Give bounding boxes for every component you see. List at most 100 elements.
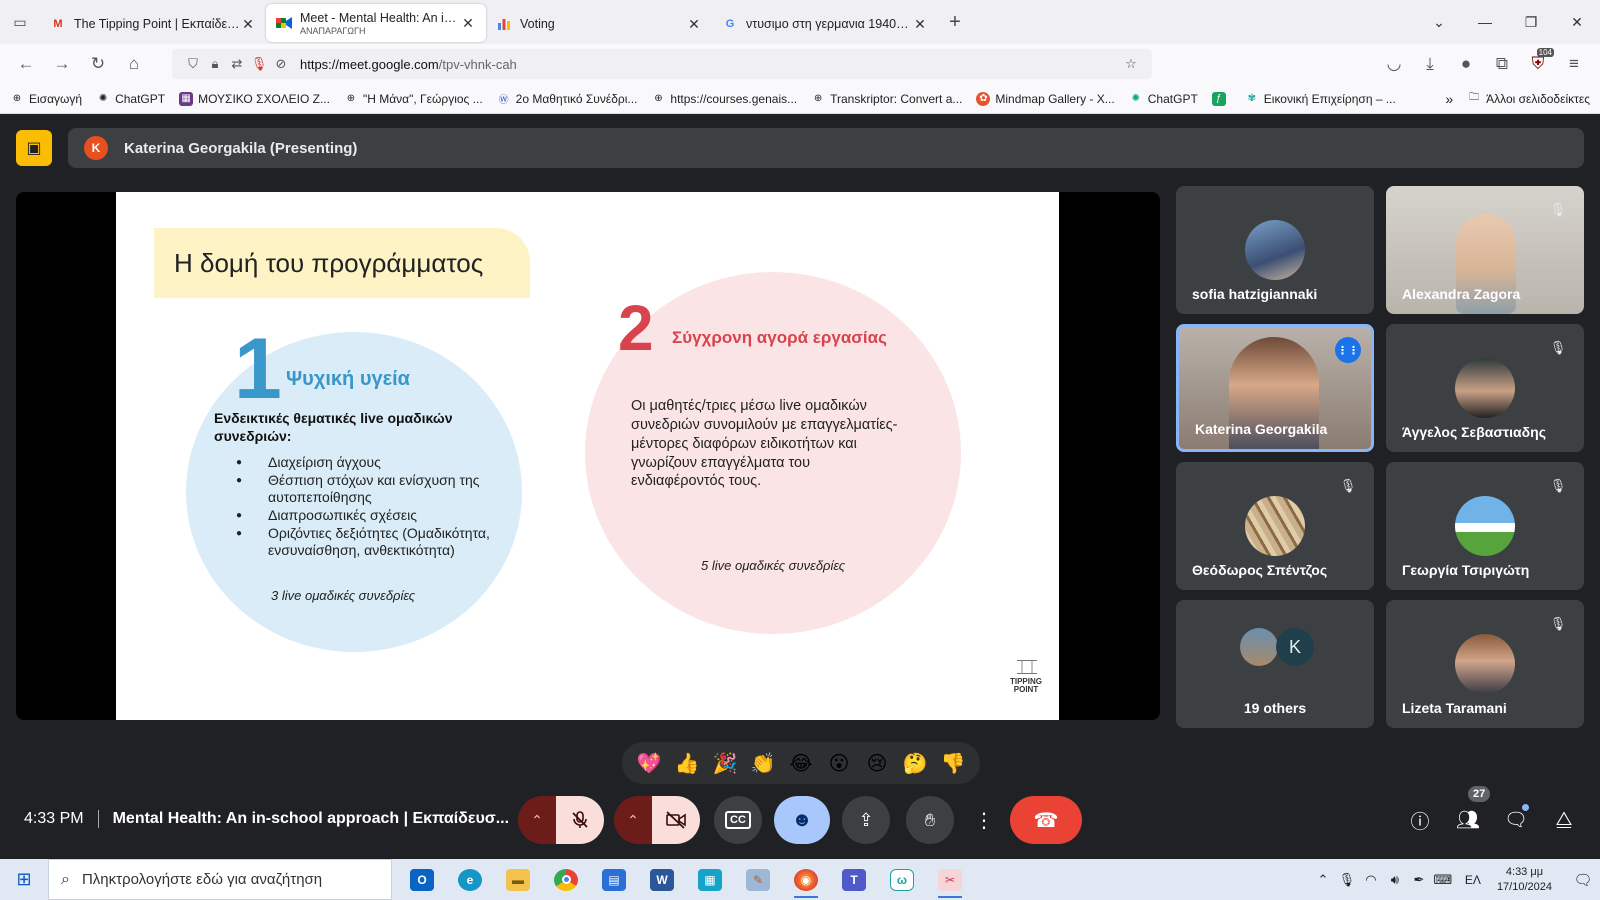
other-bookmarks[interactable]: 🗀︎ Άλλοι σελιδοδείκτες xyxy=(1467,92,1590,106)
participant-tile[interactable]: 🎙︎ Alexandra Zagora xyxy=(1386,186,1584,314)
address-bar[interactable]: ⛉ 🔒︎ ⇄ 🎙︎ ⊘ https://meet.google.com/tpv-… xyxy=(172,49,1152,79)
captions-button[interactable]: CC xyxy=(714,796,762,844)
keyboard-icon[interactable]: ⌨︎ xyxy=(1431,872,1455,888)
participant-tile[interactable]: 🎙︎ Θεόδωρος Σπέντζος xyxy=(1176,462,1374,590)
bookmark-item[interactable]: ⊕ "Η Μάνα", Γεώργιος ... xyxy=(344,92,483,106)
participant-tile[interactable]: 🎙︎ Γεωργία Τσιριγώτη xyxy=(1386,462,1584,590)
reaction-thinking[interactable]: 🤔 xyxy=(897,751,933,776)
people-button[interactable]: 👥︎ xyxy=(1448,802,1488,838)
camera-toggle-button[interactable] xyxy=(652,796,700,844)
back-arrow-icon[interactable]: ← xyxy=(8,48,44,80)
bookmark-item[interactable]: Ⓦ 2ο Μαθητικό Συνέδρι... xyxy=(497,92,638,107)
volume-icon[interactable]: 🔊︎ xyxy=(1383,872,1407,888)
camera-options-chevron-icon[interactable]: ⌃ xyxy=(614,796,652,844)
permissions-icon[interactable]: ⇄ xyxy=(226,56,248,72)
ublock-icon[interactable]: ⛨ 104 xyxy=(1520,48,1556,80)
chrome-icon[interactable] xyxy=(542,859,590,900)
emoji-reactions-button[interactable]: ☻ xyxy=(774,796,830,844)
firefox-icon[interactable]: ◉ xyxy=(782,859,830,900)
store-icon[interactable]: ▤ xyxy=(590,859,638,900)
menu-icon[interactable]: ≡ xyxy=(1556,48,1592,80)
leave-call-button[interactable]: ☎︎ xyxy=(1010,796,1082,844)
bookmark-star-icon[interactable]: ☆ xyxy=(1120,56,1142,72)
close-icon[interactable]: ✕ xyxy=(912,16,928,33)
file-explorer-icon[interactable]: ▬ xyxy=(494,859,542,900)
forward-arrow-icon[interactable]: → xyxy=(44,48,80,80)
camera-blocked-icon[interactable]: ⊘ xyxy=(270,56,292,72)
home-icon[interactable]: ⌂ xyxy=(116,48,152,80)
tab-gmail[interactable]: M The Tipping Point | Εκπαίδευση ✕ xyxy=(40,6,266,42)
close-icon[interactable]: ✕ xyxy=(240,16,256,33)
tab-google-search[interactable]: G ντυσιμο στη γερμανια 1940 - A ✕ xyxy=(712,6,938,42)
pocket-icon[interactable]: ◡ xyxy=(1376,48,1412,80)
bookmark-item[interactable]: ✺ ChatGPT xyxy=(96,92,165,106)
pen-icon[interactable]: ✒︎ xyxy=(1407,872,1431,888)
reaction-heart[interactable]: 💖 xyxy=(631,751,667,776)
lock-icon[interactable]: 🔒︎ xyxy=(204,56,226,72)
raise-hand-button[interactable]: ✋︎ xyxy=(906,796,954,844)
reaction-clap[interactable]: 👏 xyxy=(745,751,781,776)
activities-button[interactable]: ⧋ xyxy=(1544,802,1584,838)
snipping-tool-icon[interactable]: ✂ xyxy=(926,859,974,900)
present-now-button[interactable]: ⇪ xyxy=(842,796,890,844)
w-app-icon[interactable]: ω xyxy=(878,859,926,900)
bookmark-item[interactable]: ▦ ΜΟΥΣΙΚΟ ΣΧΟΛΕΙΟ Ζ... xyxy=(179,91,330,106)
reaction-surprised[interactable]: 😮 xyxy=(821,751,857,776)
reaction-sad[interactable]: 😢 xyxy=(859,751,895,776)
participant-tile-speaking[interactable]: ⋮⋮ Katerina Georgakila xyxy=(1176,324,1374,452)
taskbar-clock[interactable]: 4:33 μμ 17/10/2024 xyxy=(1497,865,1552,894)
reaction-party[interactable]: 🎉 xyxy=(707,751,743,776)
bookmark-item[interactable]: ✺ ChatGPT xyxy=(1129,92,1198,106)
more-options-button[interactable]: ⋮ xyxy=(972,796,996,844)
reaction-thumbs-up[interactable]: 👍 xyxy=(669,751,705,776)
close-icon[interactable]: ✕ xyxy=(460,15,476,32)
word-icon[interactable]: W xyxy=(638,859,686,900)
reaction-laugh[interactable]: 😂 xyxy=(783,751,819,776)
paint-icon[interactable]: ✎ xyxy=(734,859,782,900)
participant-tile[interactable]: sofia hatzigiannaki xyxy=(1176,186,1374,314)
calculator-app-icon[interactable]: ▦ xyxy=(686,859,734,900)
edge-icon[interactable]: e xyxy=(446,859,494,900)
more-bookmarks-chevron-icon[interactable]: » xyxy=(1445,91,1453,107)
bookmark-item[interactable]: ⊕ Transkriptor: Convert a... xyxy=(811,92,962,106)
reaction-thumbs-down[interactable]: 👎 xyxy=(935,751,971,776)
participant-tile[interactable]: 🎙︎ Lizeta Taramani xyxy=(1386,600,1584,728)
tray-microphone-icon[interactable]: 🎙︎ xyxy=(1335,872,1359,888)
meeting-details-button[interactable]: ⓘ xyxy=(1400,802,1440,838)
bookmark-item[interactable]: ƒ xyxy=(1211,91,1231,106)
teams-icon[interactable]: T xyxy=(830,859,878,900)
bookmark-item[interactable]: ✿ Mindmap Gallery - X... xyxy=(976,91,1115,106)
new-tab-plus-icon[interactable]: + xyxy=(938,11,972,34)
wifi-icon[interactable]: ◠ xyxy=(1359,872,1383,888)
notifications-icon[interactable]: 🗨︎ xyxy=(1566,871,1600,889)
microphone-icon[interactable]: 🎙︎ xyxy=(248,56,270,72)
url-text[interactable]: https://meet.google.com/tpv-vhnk-cah xyxy=(300,57,1120,72)
bookmark-item[interactable]: ⊕ https://courses.genais... xyxy=(651,92,797,106)
others-tile[interactable]: K 19 others xyxy=(1176,600,1374,728)
tab-voting[interactable]: Voting ✕ xyxy=(486,6,712,42)
chevron-down-icon[interactable]: ⌄ xyxy=(1416,0,1462,44)
download-icon[interactable]: ⤓ xyxy=(1412,48,1448,80)
close-icon[interactable]: ✕ xyxy=(686,16,702,33)
shield-icon[interactable]: ⛉ xyxy=(182,56,204,72)
bookmark-item[interactable]: ✾ Εικονική Επιχείρηση – ... xyxy=(1245,92,1396,106)
account-icon[interactable]: ● xyxy=(1448,48,1484,80)
outlook-icon[interactable]: O xyxy=(398,859,446,900)
restore-icon[interactable]: ❐ xyxy=(1508,0,1554,44)
taskbar-search[interactable]: ⌕ Πληκτρολογήστε εδώ για αναζήτηση xyxy=(48,859,392,900)
windows-start-icon[interactable]: ⊞ xyxy=(0,859,48,900)
minimize-icon[interactable]: — xyxy=(1462,0,1508,44)
input-language[interactable]: ΕΛ xyxy=(1465,873,1481,887)
reload-icon[interactable]: ↻ xyxy=(80,48,116,80)
extensions-icon[interactable]: ⧉ xyxy=(1484,48,1520,80)
window-close-icon[interactable]: ✕ xyxy=(1554,0,1600,44)
presentation-stage[interactable]: Η δομή του προγράμματος 1 Ψυχική υγεία Ε… xyxy=(16,192,1160,720)
tab-meet[interactable]: Meet - Mental Health: An in-sc ΑΝΑΠΑΡΑΓΩ… xyxy=(266,4,486,42)
chat-button[interactable]: 🗨︎ xyxy=(1496,802,1536,838)
mic-toggle-button[interactable] xyxy=(556,796,604,844)
tray-chevron-up-icon[interactable]: ⌃ xyxy=(1311,872,1335,888)
tab-overview-icon[interactable]: ▭ xyxy=(0,0,40,44)
presentation-icon[interactable]: ▣ xyxy=(16,130,52,166)
bookmark-item[interactable]: ⊕ Εισαγωγή xyxy=(10,92,82,106)
mic-options-chevron-icon[interactable]: ⌃ xyxy=(518,796,556,844)
